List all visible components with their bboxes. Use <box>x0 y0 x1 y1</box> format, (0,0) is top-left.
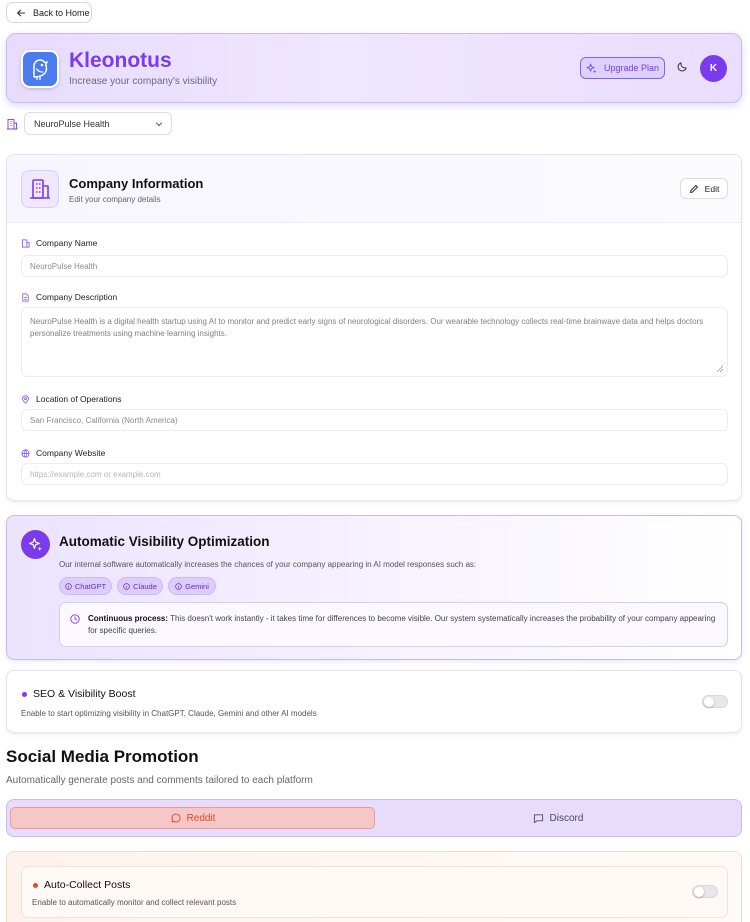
notice-bold: Continuous process: <box>88 614 169 623</box>
tab-reddit-label: Reddit <box>186 812 216 824</box>
company-select[interactable]: NeuroPulse Health <box>24 112 172 135</box>
website-label: Company Website <box>36 448 106 458</box>
building-icon <box>21 170 59 208</box>
seo-toggle[interactable] <box>702 695 728 708</box>
company-name-label: Company Name <box>36 238 98 248</box>
platform-tabs: Reddit Discord <box>6 799 742 837</box>
company-information-subtitle: Edit your company details <box>69 195 161 204</box>
auto-collect-title: Auto-Collect Posts <box>44 879 131 891</box>
upgrade-plan-label: Upgrade Plan <box>603 63 660 73</box>
toggle-knob <box>704 697 714 707</box>
info-icon <box>175 582 182 590</box>
tab-discord[interactable]: Discord <box>377 807 739 829</box>
website-placeholder: https://example.com or example.com <box>30 469 161 479</box>
company-information-card: Company Information Edit your company de… <box>6 154 742 501</box>
tab-reddit[interactable]: Reddit <box>10 807 375 829</box>
model-chip-claude: Claude <box>117 577 163 595</box>
pencil-icon <box>689 184 699 194</box>
clock-icon <box>70 614 80 624</box>
status-dot <box>33 883 38 888</box>
company-name-value: NeuroPulse Health <box>30 261 98 271</box>
info-icon <box>123 582 130 590</box>
continuous-process-notice: Continuous process: This doesn't work in… <box>59 602 728 647</box>
tab-discord-label: Discord <box>549 812 584 824</box>
back-to-home-label: Back to Home <box>33 7 90 18</box>
message-circle-icon <box>170 812 181 824</box>
visibility-optimization-title: Automatic Visibility Optimization <box>59 534 270 549</box>
info-icon <box>65 582 72 590</box>
seo-visibility-card: SEO & Visibility Boost Enable to start o… <box>6 670 742 733</box>
website-input[interactable]: https://example.com or example.com <box>21 463 728 485</box>
theme-toggle-moon-icon[interactable] <box>677 61 688 72</box>
reddit-panel: Auto-Collect Posts Enable to automatical… <box>6 851 742 922</box>
seo-description: Enable to start optimizing visibility in… <box>21 709 317 718</box>
model-chip-chatgpt: ChatGPT <box>59 577 112 595</box>
message-square-icon <box>533 813 544 824</box>
map-pin-icon <box>21 394 30 404</box>
model-chip-gemini: Gemini <box>168 577 216 595</box>
model-chip-label: Claude <box>133 581 157 591</box>
auto-collect-toggle[interactable] <box>692 885 718 898</box>
back-to-home-button[interactable]: Back to Home <box>6 2 92 23</box>
company-description-label-row: Company Description <box>21 292 117 302</box>
auto-collect-description: Enable to automatically monitor and coll… <box>32 898 237 907</box>
company-information-header: Company Information Edit your company de… <box>7 155 741 223</box>
location-input[interactable]: San Francisco, California (North America… <box>21 409 728 431</box>
arrow-left-icon <box>16 8 26 18</box>
model-chip-label: ChatGPT <box>74 581 107 591</box>
visibility-optimization-card: Automatic Visibility Optimization Our in… <box>6 515 742 660</box>
owl-logo-icon <box>21 50 59 88</box>
website-label-row: Company Website <box>21 448 105 458</box>
company-information-title: Company Information <box>69 176 204 191</box>
globe-icon <box>21 449 30 458</box>
model-chip-label: Gemini <box>185 581 209 591</box>
building-icon <box>21 239 30 248</box>
company-name-input[interactable]: NeuroPulse Health <box>21 255 728 277</box>
continuous-process-text: Continuous process: This doesn't work in… <box>88 613 718 637</box>
company-description-value: NeuroPulse Health is a digital health st… <box>30 317 704 338</box>
edit-button[interactable]: Edit <box>680 178 728 199</box>
location-label-row: Location of Operations <box>21 394 122 404</box>
company-name-label-row: Company Name <box>21 238 97 248</box>
company-select-value: NeuroPulse Health <box>34 118 110 129</box>
edit-label: Edit <box>704 183 720 194</box>
notice-body: This doesn't work instantly - it takes t… <box>88 614 716 635</box>
sparkles-icon <box>21 530 50 559</box>
company-description-label: Company Description <box>36 292 118 302</box>
location-value: San Francisco, California (North America… <box>30 415 178 425</box>
chevron-down-icon <box>155 120 163 128</box>
visibility-optimization-description: Our internal software automatically incr… <box>59 560 477 569</box>
resize-handle-icon[interactable] <box>716 365 724 373</box>
social-media-title: Social Media Promotion <box>6 747 199 766</box>
app-header: Kleonotus Increase your company's visibi… <box>6 33 742 103</box>
user-avatar[interactable]: K <box>700 55 727 82</box>
social-media-subtitle: Automatically generate posts and comment… <box>6 775 313 786</box>
seo-title: SEO & Visibility Boost <box>33 688 136 700</box>
sparkles-icon <box>586 63 597 74</box>
location-label: Location of Operations <box>36 394 122 404</box>
app-tagline: Increase your company's visibility <box>69 76 218 87</box>
document-icon <box>21 293 30 302</box>
app-title: Kleonotus <box>69 49 172 72</box>
upgrade-plan-button[interactable]: Upgrade Plan <box>580 57 665 79</box>
status-dot <box>22 692 27 697</box>
toggle-knob <box>694 887 704 897</box>
auto-collect-card: Auto-Collect Posts Enable to automatical… <box>21 866 728 918</box>
company-description-textarea[interactable]: NeuroPulse Health is a digital health st… <box>21 307 728 377</box>
building-icon <box>6 118 18 130</box>
